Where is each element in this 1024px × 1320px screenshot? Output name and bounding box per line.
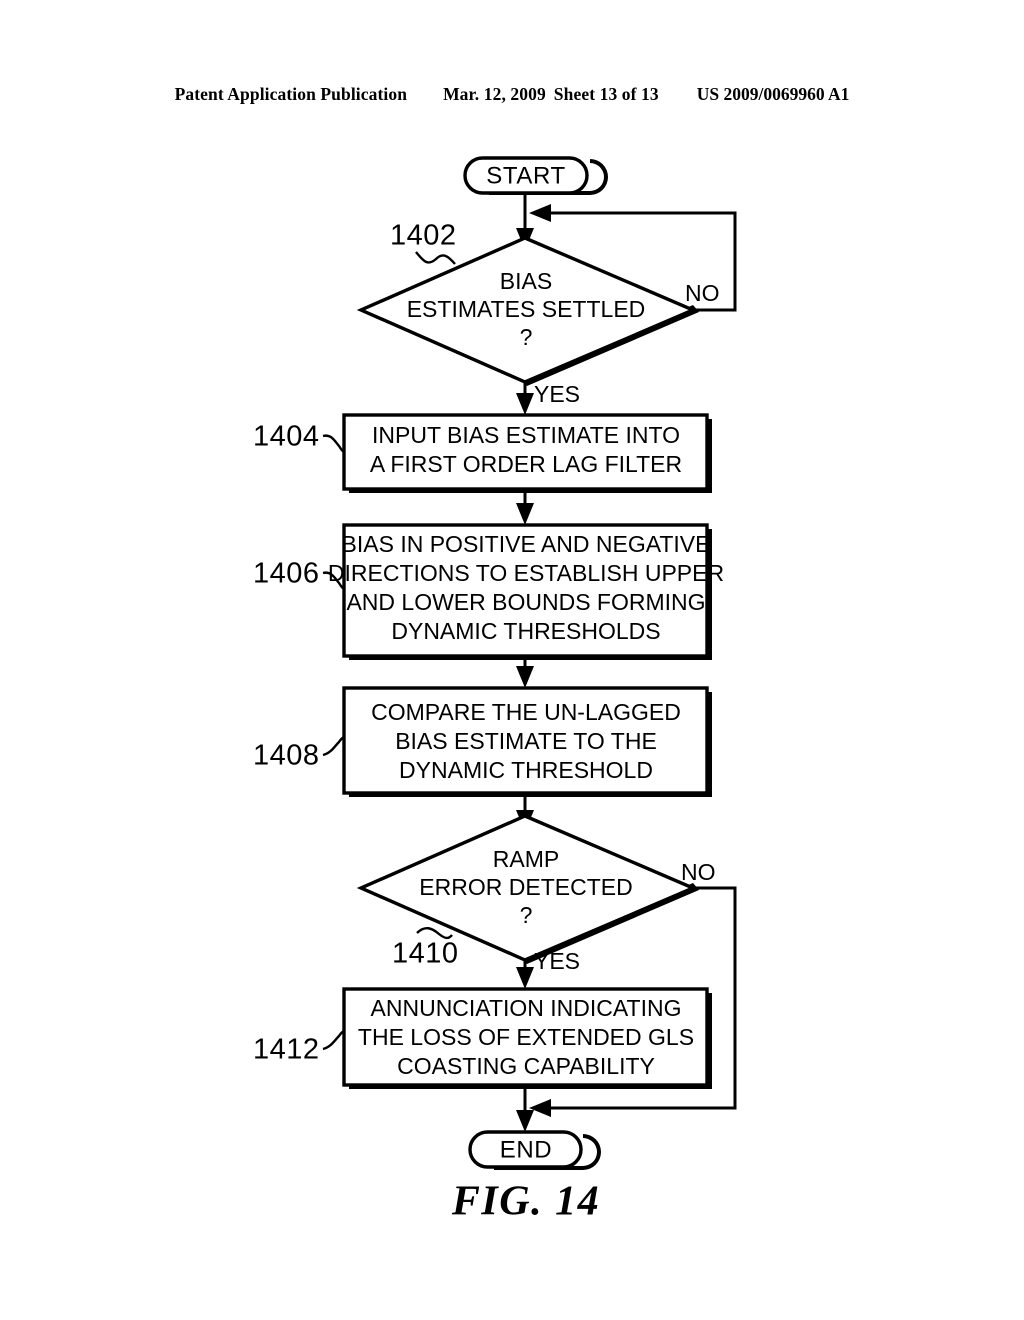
decision-1410-line1: RAMP	[493, 846, 559, 872]
decision-1410-line3: ?	[520, 902, 533, 928]
ref-numeral-1406: 1406	[253, 558, 320, 590]
decision-1410-yes-label: YES	[534, 948, 580, 974]
process-1408-line2: BIAS ESTIMATE TO THE	[395, 728, 657, 754]
ref-numeral-1402: 1402	[390, 220, 457, 252]
process-1406-line1: BIAS IN POSITIVE AND NEGATIVE	[342, 531, 711, 557]
process-1406-line2: DIRECTIONS TO ESTABLISH UPPER	[328, 560, 724, 586]
decision-1402-line2: ESTIMATES SETTLED	[407, 296, 646, 322]
ref-numeral-1408: 1408	[253, 740, 320, 772]
process-1406-line3: AND LOWER BOUNDS FORMING	[346, 589, 705, 615]
start-terminator: START	[463, 156, 608, 195]
process-1404-line2: A FIRST ORDER LAG FILTER	[370, 451, 682, 477]
decision-1402-yes-label: YES	[534, 381, 580, 407]
process-1412-line3: COASTING CAPABILITY	[397, 1053, 655, 1079]
decision-1410-line2: ERROR DETECTED	[419, 874, 632, 900]
connector-1402-yes-to-1404	[516, 382, 534, 415]
start-label: START	[486, 162, 565, 189]
decision-1402-line1: BIAS	[500, 268, 552, 294]
decision-1402-line3: ?	[520, 324, 533, 350]
ref-numeral-1404: 1404	[253, 421, 320, 453]
process-1406-line4: DYNAMIC THRESHOLDS	[391, 618, 660, 644]
process-1412: ANNUNCIATION INDICATING THE LOSS OF EXTE…	[253, 987, 712, 1089]
process-1412-line1: ANNUNCIATION INDICATING	[371, 995, 682, 1021]
flowchart-figure: START BIAS ESTIMATES SETTLED ? NO YES 14…	[253, 156, 737, 1225]
process-1412-line2: THE LOSS OF EXTENDED GLS	[358, 1024, 694, 1050]
connector-1410-yes-to-1412	[516, 960, 534, 989]
process-1406: BIAS IN POSITIVE AND NEGATIVE DIRECTIONS…	[253, 523, 724, 660]
process-1408-line1: COMPARE THE UN-LAGGED	[371, 699, 681, 725]
decision-1410: RAMP ERROR DETECTED ? NO YES 1410	[356, 814, 716, 974]
process-1408-line3: DYNAMIC THRESHOLD	[399, 757, 653, 783]
process-1404-line1: INPUT BIAS ESTIMATE INTO	[372, 422, 680, 448]
decision-1402: BIAS ESTIMATES SETTLED ? NO YES 1402	[356, 220, 720, 407]
ref-numeral-1412: 1412	[253, 1034, 320, 1066]
decision-1402-no-label: NO	[685, 280, 720, 306]
figure-caption: FIG. 14	[451, 1179, 600, 1225]
ref-numeral-1410: 1410	[392, 938, 459, 970]
patent-figure-page: Patent Application Publication Mar. 12, …	[0, 0, 1024, 1320]
end-terminator: END	[468, 1130, 601, 1170]
connector-1406-to-1408	[516, 656, 534, 688]
decision-1410-no-label: NO	[681, 859, 716, 885]
end-label: END	[500, 1136, 552, 1163]
connector-1404-to-1406	[516, 489, 534, 525]
process-1408: COMPARE THE UN-LAGGED BIAS ESTIMATE TO T…	[253, 686, 712, 797]
process-1404: INPUT BIAS ESTIMATE INTO A FIRST ORDER L…	[253, 413, 712, 493]
